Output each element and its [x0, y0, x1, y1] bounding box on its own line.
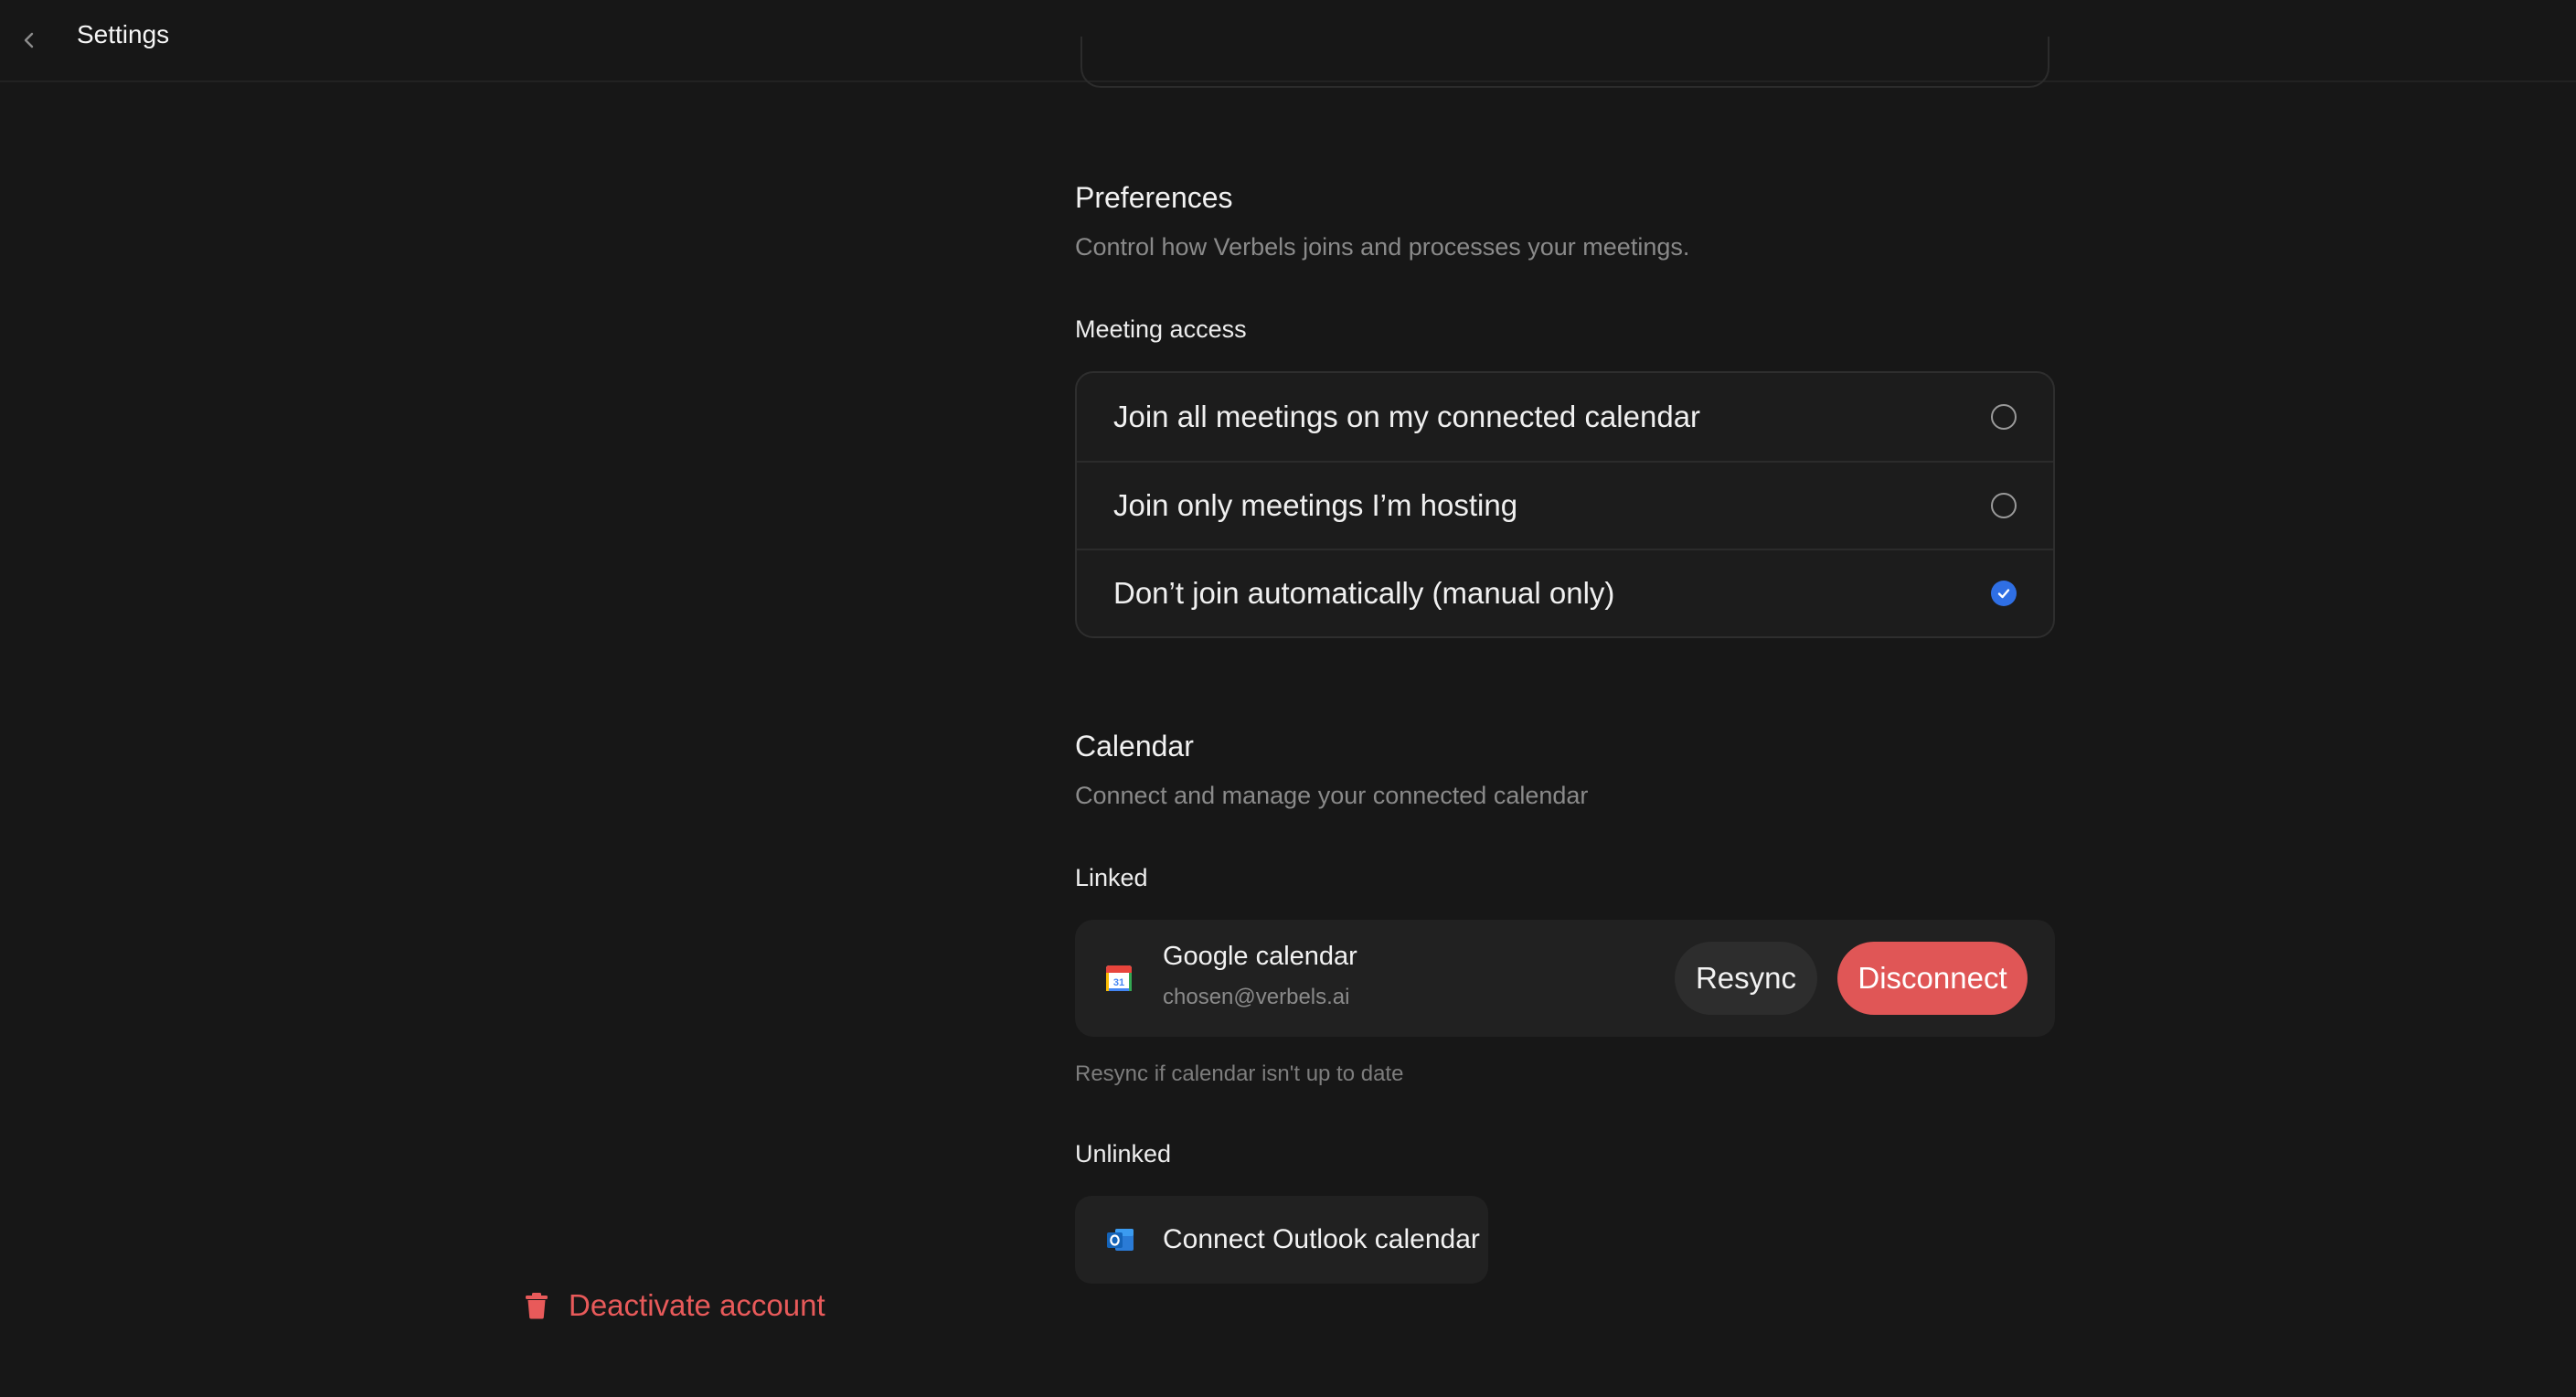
radio-checked-icon[interactable]	[1991, 581, 2017, 606]
radio-unchecked-icon[interactable]	[1991, 404, 2017, 430]
svg-text:31: 31	[1113, 977, 1124, 988]
connect-outlook-label: Connect Outlook calendar	[1163, 1224, 1480, 1254]
chevron-left-icon	[24, 32, 34, 48]
previous-card-edge	[1080, 37, 2049, 88]
option-label: Join only meetings I’m hosting	[1113, 488, 1518, 522]
calendar-title: Calendar	[1075, 730, 1194, 762]
option-label: Join all meetings on my connected calend…	[1113, 400, 1701, 433]
option-label: Don’t join automatically (manual only)	[1113, 576, 1615, 610]
deactivate-account-button[interactable]: Deactivate account	[525, 1285, 825, 1326]
radio-unchecked-icon[interactable]	[1991, 493, 2017, 518]
page-title: Settings	[77, 20, 170, 48]
preferences-description: Control how Verbels joins and processes …	[1075, 233, 1690, 261]
linked-calendar-card: 31 Google calendar chosen@verbels.ai Res…	[1075, 920, 2055, 1037]
option-manual-only[interactable]: Don’t join automatically (manual only)	[1077, 549, 2053, 636]
meeting-access-options: Join all meetings on my connected calend…	[1075, 371, 2055, 638]
outlook-icon	[1107, 1229, 1134, 1251]
trash-icon	[526, 1293, 548, 1319]
meeting-access-label: Meeting access	[1075, 315, 1247, 343]
connect-outlook-button[interactable]: Connect Outlook calendar	[1075, 1196, 1488, 1284]
linked-calendar-email: chosen@verbels.ai	[1163, 985, 1350, 1009]
google-calendar-icon: 31	[1106, 965, 1132, 991]
disconnect-button[interactable]: Disconnect	[1837, 942, 2028, 1015]
option-join-hosting-only[interactable]: Join only meetings I’m hosting	[1077, 461, 2053, 549]
linked-label: Linked	[1075, 864, 1148, 891]
deactivate-account-label: Deactivate account	[569, 1288, 825, 1322]
back-button[interactable]	[9, 20, 49, 60]
calendar-description: Connect and manage your connected calend…	[1075, 782, 1589, 809]
unlinked-label: Unlinked	[1075, 1140, 1172, 1168]
resync-button[interactable]: Resync	[1675, 942, 1817, 1015]
linked-calendar-name: Google calendar	[1163, 942, 1357, 971]
option-join-all-meetings[interactable]: Join all meetings on my connected calend…	[1077, 373, 2053, 461]
resync-hint: Resync if calendar isn't up to date	[1075, 1061, 1404, 1086]
preferences-title: Preferences	[1075, 181, 1233, 214]
